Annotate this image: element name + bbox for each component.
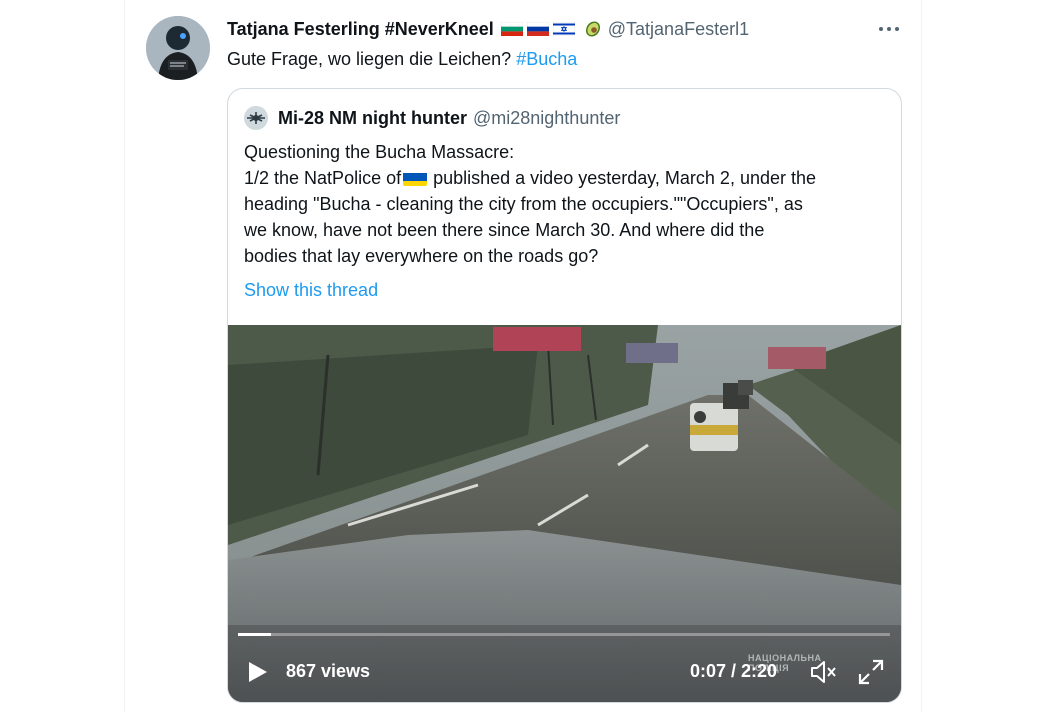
quoted-text-line: we know, have not been there since March… [244, 220, 765, 240]
author-handle[interactable]: @TatjanaFesterl1 [608, 19, 749, 40]
author-emojis [500, 19, 603, 39]
quoted-tweet-text: Questioning the Bucha Massacre: 1/2 the … [244, 139, 894, 269]
play-icon [249, 662, 267, 682]
ukraine-flag-icon [403, 170, 428, 186]
view-count: 867 views [286, 661, 371, 681]
quoted-text-line: heading "Bucha - cleaning the city from … [244, 194, 803, 214]
quoted-text-fragment: 1/2 the NatPolice of [244, 168, 402, 188]
muted-speaker-icon [811, 661, 836, 683]
quoted-text-line: bodies that lay everywhere on the roads … [244, 246, 599, 266]
video-frame [228, 325, 901, 702]
russia-flag-icon [526, 22, 549, 36]
fullscreen-button[interactable] [856, 657, 886, 687]
quoted-text-line: 1/2 the NatPolice of published a video ye… [244, 165, 894, 191]
quoted-tweet-header: Mi-28 NM night hunter @mi28nighthunter [244, 105, 620, 131]
quoted-author-handle: @mi28nighthunter [472, 107, 621, 128]
bulgaria-flag-icon [500, 22, 523, 36]
quoted-author-avatar [244, 106, 268, 130]
video-time: 0:07 / 2:20 [690, 661, 778, 681]
israel-flag-icon [552, 22, 575, 36]
video-progress-fill [238, 633, 271, 636]
quoted-tweet-card[interactable]: Mi-28 NM night hunter @mi28nighthunter Q… [227, 88, 902, 703]
quoted-author-name: Mi-28 NM night hunter [278, 107, 467, 128]
quoted-text-fragment: published a video yesterday, March 2, un… [433, 168, 817, 188]
volume-button[interactable] [808, 657, 838, 687]
tweet-text: Gute Frage, wo liegen die Leichen? #Buch… [227, 46, 577, 72]
video-progress-bar[interactable] [238, 633, 890, 636]
avocado-icon [585, 21, 600, 37]
show-thread-link[interactable]: Show this thread [244, 277, 378, 303]
video-player[interactable]: НАЦІОНАЛЬНА ПОЛІЦІЯ 867 views 0:07 / 2:2… [228, 325, 901, 702]
tweet-header: Tatjana Festerling #NeverKneel @TatjanaF… [227, 16, 749, 42]
hashtag-link[interactable]: #Bucha [516, 49, 577, 69]
author-avatar[interactable] [146, 16, 210, 80]
play-button[interactable] [244, 659, 270, 685]
more-dots-icon [879, 27, 899, 31]
fullscreen-icon [858, 659, 884, 685]
more-options-button[interactable] [874, 16, 904, 42]
tweet-text-body: Gute Frage, wo liegen die Leichen? [227, 49, 517, 69]
quoted-text-line: Questioning the Bucha Massacre: [244, 142, 515, 162]
author-name[interactable]: Tatjana Festerling #NeverKneel [227, 19, 494, 40]
